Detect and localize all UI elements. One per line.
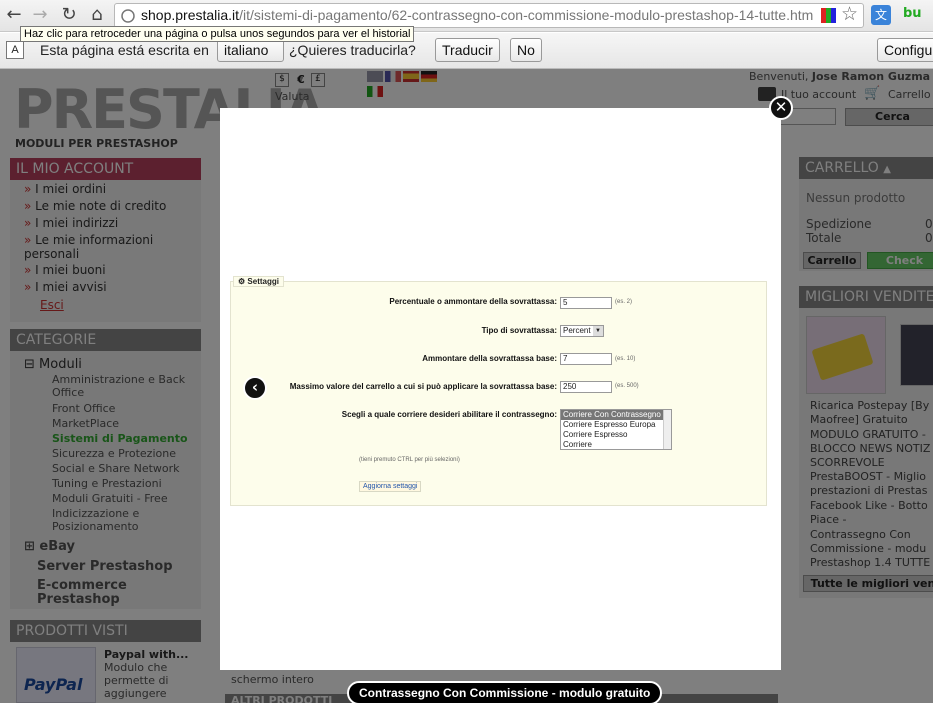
language-value: italiano [224, 42, 269, 58]
base-surcharge-input[interactable]: 7 [560, 353, 612, 365]
home-icon[interactable]: ⌂ [85, 3, 109, 27]
surcharge-type-value: Percent [563, 326, 591, 335]
surcharge-type-label: Tipo di sovrattassa: [481, 326, 557, 335]
courier-option[interactable]: Corriere Espresso Europa [561, 420, 671, 430]
reload-icon[interactable]: ↻ [57, 3, 81, 27]
settings-title: Settaggi [247, 277, 279, 286]
courier-listbox[interactable]: Corriere Con Contrassegno Corriere Espre… [560, 409, 672, 450]
courier-option[interactable]: Corriere Espresso [561, 430, 671, 440]
settings-gear-icon: ⚙ [238, 277, 246, 286]
courier-option[interactable]: Corriere [561, 440, 671, 449]
bookmark-star-icon[interactable]: ☆ [841, 3, 858, 25]
back-button-tooltip: Haz clic para retroceder una página o pu… [20, 26, 415, 42]
translate-bar-icon: A [6, 41, 24, 59]
translate-button[interactable]: Traducir [435, 38, 500, 62]
translate-prefix: Esta página está escrita en [40, 42, 209, 58]
courier-label: Scegli a quale corriere desideri abilita… [341, 410, 557, 419]
extension-bu-icon[interactable]: bu [903, 6, 922, 21]
translate-options-button[interactable]: Configur [877, 38, 933, 62]
address-bar[interactable]: shop.prestalia.it/it/sistemi-di-pagament… [114, 3, 864, 28]
lightbox-window: ⚙ Settaggi Percentuale o ammontare della… [220, 108, 781, 670]
previous-arrow-icon[interactable]: ‹ [243, 376, 267, 400]
update-settings-button[interactable]: Aggiorna settaggi [359, 481, 422, 492]
back-arrow-icon[interactable]: ← [2, 3, 26, 27]
url-text: shop.prestalia.it/it/sistemi-di-pagament… [141, 7, 814, 23]
page-globe-icon [121, 9, 135, 23]
surcharge-percent-input[interactable]: 5 [560, 297, 612, 309]
max-cart-label: Massimo valore del carrello a cui si può… [289, 382, 557, 391]
base-surcharge-hint: (es. 10) [615, 356, 636, 362]
surcharge-type-select[interactable]: Percent ▼ [560, 325, 604, 337]
forward-arrow-icon[interactable]: → [28, 3, 52, 27]
close-icon[interactable]: ✕ [769, 96, 793, 120]
translate-question: ¿Quieres traducirla? [289, 42, 416, 58]
select-arrow-icon: ▼ [593, 326, 603, 336]
lightbox-caption: Contrassegno Con Commissione - modulo gr… [347, 681, 663, 703]
surcharge-percent-label: Percentuale o ammontare della sovrattass… [389, 297, 557, 306]
max-cart-input[interactable]: 250 [560, 381, 612, 393]
listbox-scrollbar[interactable] [663, 410, 671, 449]
max-cart-hint: (es. 500) [615, 383, 639, 389]
translate-icon[interactable]: 文 [871, 5, 891, 25]
surcharge-percent-hint: (es. 2) [615, 299, 633, 305]
ctrl-hint: (tieni premuto CTRL per più selezioni) [359, 457, 460, 463]
settings-legend: ⚙ Settaggi [233, 276, 284, 287]
extension-flag-icon[interactable] [821, 8, 836, 23]
no-translate-button[interactable]: No [510, 38, 542, 62]
settings-panel: ⚙ Settaggi Percentuale o ammontare della… [230, 276, 767, 506]
base-surcharge-label: Ammontare della sovrattassa base: [422, 354, 557, 363]
courier-option-selected[interactable]: Corriere Con Contrassegno [561, 410, 663, 420]
